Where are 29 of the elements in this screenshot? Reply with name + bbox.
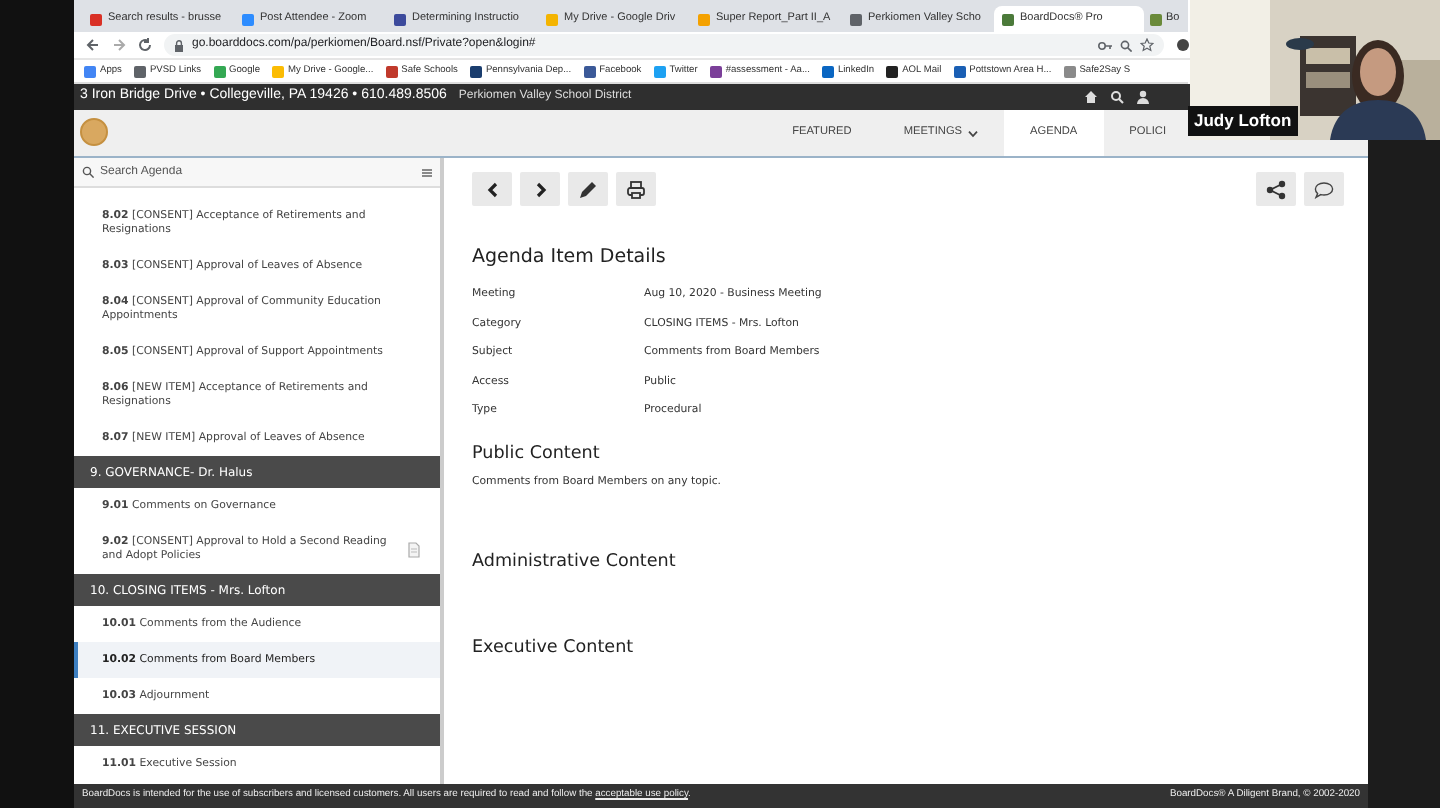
section-heading: Administrative Content [472,550,678,577]
details-heading: Agenda Item Details [472,244,668,272]
key-icon[interactable] [1098,39,1112,51]
menu-icon[interactable] [422,167,432,177]
share-icon [1266,179,1286,199]
lock-icon [174,39,184,51]
previous-button[interactable] [472,172,512,206]
extension-icon[interactable] [1176,38,1190,52]
reload-icon[interactable] [138,38,152,52]
search-icon[interactable] [1110,90,1124,104]
chevron-right-icon [533,179,547,199]
pencil-icon [578,179,598,199]
section-heading: Public Content [472,441,602,468]
comment-button[interactable] [1304,172,1344,206]
back-icon[interactable] [86,38,100,52]
print-button[interactable] [616,172,656,206]
printer-icon [626,179,646,199]
section-heading: Executive Content [472,636,636,663]
speech-bubble-icon [1314,179,1334,199]
search-icon [82,166,94,178]
participant-name: Judy Lofton [1188,106,1298,136]
share-button[interactable] [1256,172,1296,206]
star-icon[interactable] [1140,38,1154,52]
zoom-icon[interactable] [1120,39,1132,51]
next-button[interactable] [520,172,560,206]
home-icon[interactable] [1084,90,1098,104]
chevron-left-icon [485,179,499,199]
user-icon[interactable] [1136,90,1150,104]
edit-button[interactable] [568,172,608,206]
